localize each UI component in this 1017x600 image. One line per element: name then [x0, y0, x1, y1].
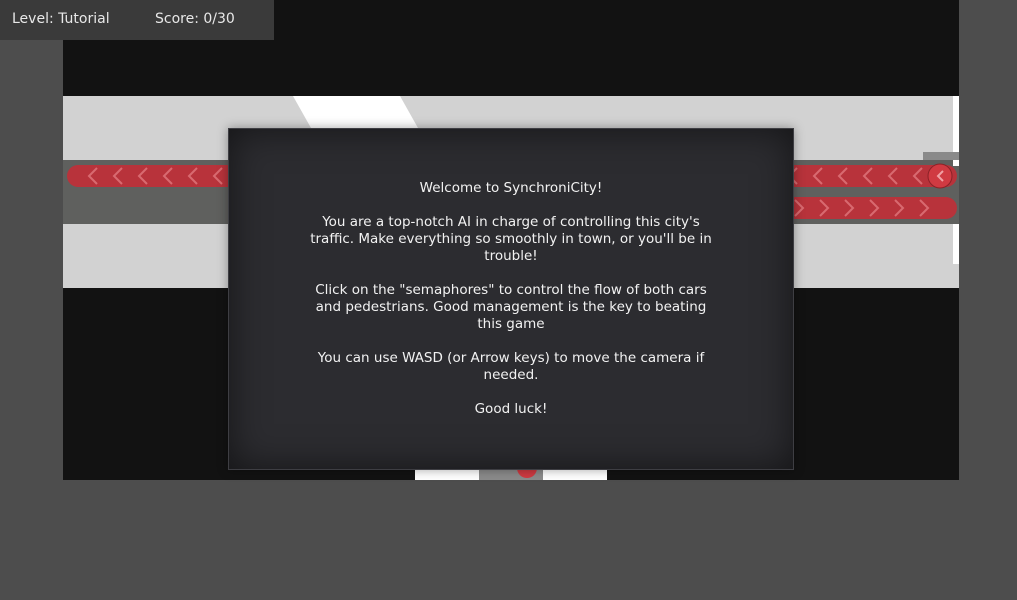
- dialog-title: Welcome to SynchroniCity!: [419, 180, 603, 196]
- level-label: Level: Tutorial: [12, 11, 110, 27]
- dialog-paragraph-intro: You are a top-notch AI in charge of cont…: [310, 214, 712, 264]
- dialog-paragraph-good-luck: Good luck!: [474, 401, 548, 417]
- right-edge-marker-lower: [953, 224, 959, 264]
- dialog-paragraph-camera: You can use WASD (or Arrow keys) to move…: [317, 350, 705, 383]
- hud-bar: Level: Tutorial Score: 0/30: [0, 0, 274, 40]
- semaphore-post: [923, 152, 959, 160]
- semaphore-light[interactable]: [927, 163, 953, 189]
- welcome-dialog[interactable]: Welcome to SynchroniCity! You are a top-…: [228, 128, 794, 470]
- dialog-body: Welcome to SynchroniCity! You are a top-…: [307, 180, 715, 435]
- crosswalk-stripe: [293, 96, 418, 128]
- dialog-paragraph-semaphores: Click on the "semaphores" to control the…: [315, 282, 707, 332]
- game-screen: Level: Tutorial Score: 0/30 Welcome to S…: [0, 0, 1017, 600]
- score-label: Score: 0/30: [155, 11, 235, 27]
